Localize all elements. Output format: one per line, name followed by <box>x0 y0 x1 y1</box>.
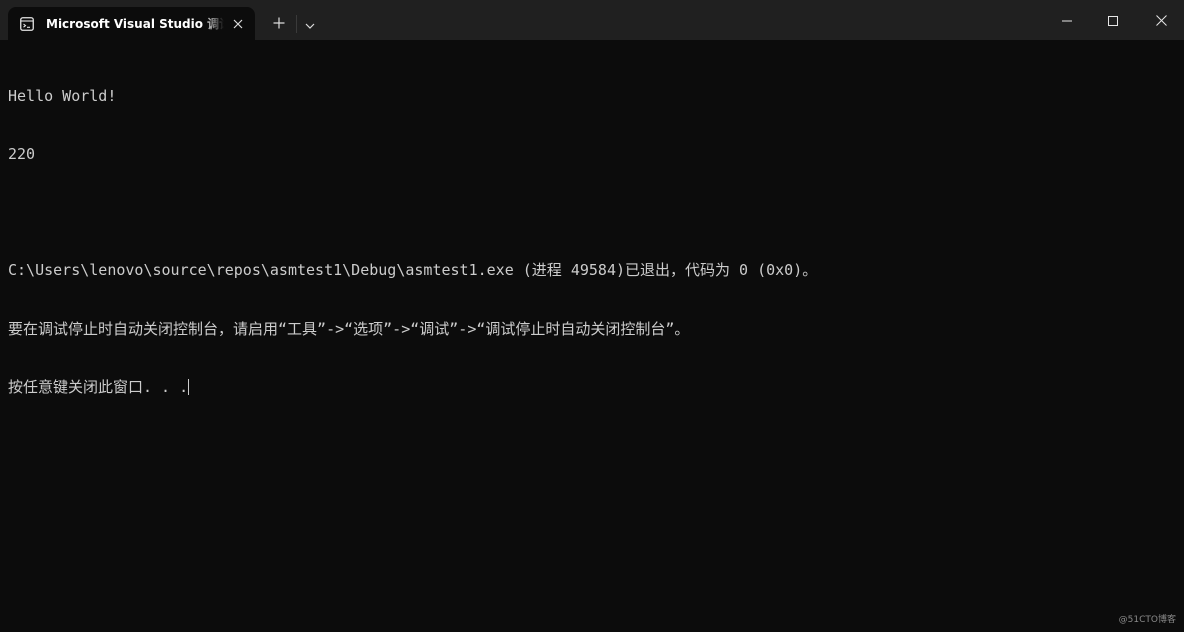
close-button[interactable] <box>1138 0 1184 40</box>
terminal-window: Microsoft Visual Studio 调试控制台 <box>0 0 1184 632</box>
console-line-prompt: 按任意键关闭此窗口. . . <box>8 378 1176 397</box>
tab-separator <box>296 15 297 33</box>
new-tab-dropdown-button[interactable] <box>298 7 322 39</box>
watermark: @51CTO博客 <box>1118 615 1176 625</box>
tab-title: Microsoft Visual Studio 调试控制台 <box>46 17 224 31</box>
maximize-button[interactable] <box>1090 0 1136 40</box>
console-line: 220 <box>8 145 36 164</box>
console-output[interactable]: Hello World! 220 C:\Users\lenovo\source\… <box>8 48 1176 608</box>
console-line: 按任意键关闭此窗口. . . <box>8 377 189 396</box>
minimize-button[interactable] <box>1044 0 1090 40</box>
chevron-down-icon <box>305 14 315 33</box>
tab-debug-console[interactable]: Microsoft Visual Studio 调试控制台 <box>8 7 255 40</box>
maximize-icon <box>1108 11 1118 30</box>
console-line: Hello World! <box>8 86 117 105</box>
title-bar[interactable]: Microsoft Visual Studio 调试控制台 <box>0 0 1184 40</box>
text-cursor <box>188 378 190 395</box>
new-tab-button[interactable] <box>264 7 294 39</box>
tab-close-icon[interactable] <box>228 14 248 34</box>
minimize-icon <box>1062 11 1072 30</box>
console-line: C:\Users\lenovo\source\repos\asmtest1\De… <box>8 261 818 280</box>
close-icon <box>1155 11 1167 30</box>
console-line: 要在调试停止时自动关闭控制台，请启用“工具”->“选项”->“调试”->“调试停… <box>8 319 690 338</box>
plus-icon <box>273 14 285 33</box>
terminal-icon <box>20 16 34 31</box>
